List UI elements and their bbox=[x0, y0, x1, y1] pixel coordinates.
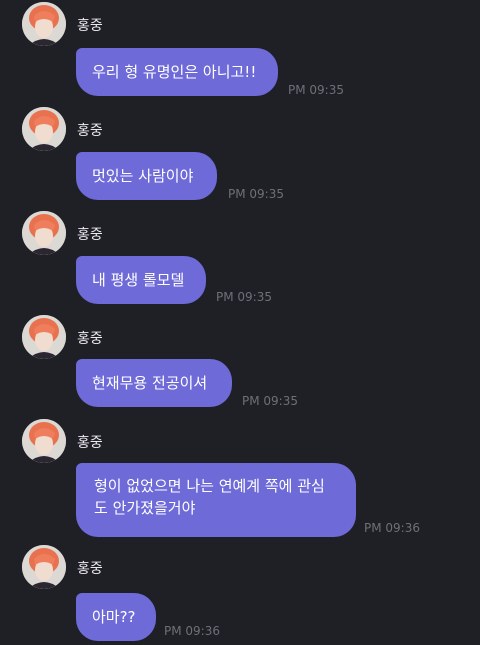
avatar[interactable] bbox=[22, 419, 66, 463]
message-timestamp: PM 09:36 bbox=[364, 521, 420, 535]
sender-name: 홍중 bbox=[77, 18, 103, 34]
message-bubble[interactable]: 내 평생 롤모델 bbox=[76, 256, 206, 304]
message-bubble[interactable]: 형이 없었으면 나는 연예계 쪽에 관심도 안가졌을거야 bbox=[76, 463, 356, 537]
message-bubble[interactable]: 현재무용 전공이셔 bbox=[76, 359, 232, 407]
avatar[interactable] bbox=[22, 315, 66, 359]
avatar[interactable] bbox=[22, 211, 66, 255]
message-timestamp: PM 09:35 bbox=[216, 290, 272, 304]
message-bubble[interactable]: 우리 형 유명인은 아니고!! bbox=[76, 48, 278, 96]
sender-name: 홍중 bbox=[77, 561, 103, 577]
avatar[interactable] bbox=[22, 545, 66, 589]
chat-message: 홍중 현재무용 전공이셔 PM 09:35 bbox=[0, 313, 480, 413]
message-bubble[interactable]: 아마?? bbox=[76, 593, 156, 641]
chat-message: 홍중 멋있는 사람이야 PM 09:35 bbox=[0, 105, 480, 205]
chat-message: 홍중 형이 없었으면 나는 연예계 쪽에 관심도 안가졌을거야 PM 09:36 bbox=[0, 417, 480, 542]
sender-name: 홍중 bbox=[77, 123, 103, 139]
avatar[interactable] bbox=[22, 107, 66, 151]
sender-name: 홍중 bbox=[77, 227, 103, 243]
message-timestamp: PM 09:35 bbox=[228, 187, 284, 201]
avatar[interactable] bbox=[22, 2, 66, 46]
sender-name: 홍중 bbox=[77, 331, 103, 347]
sender-name: 홍중 bbox=[77, 435, 103, 451]
message-timestamp: PM 09:35 bbox=[288, 83, 344, 97]
chat-message: 홍중 내 평생 롤모델 PM 09:35 bbox=[0, 209, 480, 309]
chat-message: 홍중 우리 형 유명인은 아니고!! PM 09:35 bbox=[0, 0, 480, 100]
message-timestamp: PM 09:36 bbox=[164, 624, 220, 638]
message-timestamp: PM 09:35 bbox=[242, 394, 298, 408]
chat-message: 홍중 아마?? PM 09:36 bbox=[0, 543, 480, 643]
message-bubble[interactable]: 멋있는 사람이야 bbox=[76, 152, 217, 200]
